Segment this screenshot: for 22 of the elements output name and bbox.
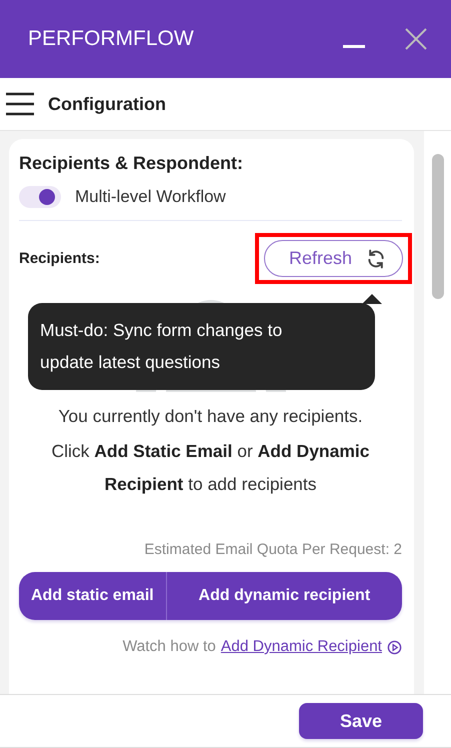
section-title: Recipients & Respondent: — [19, 153, 244, 174]
watch-text: Watch how to — [122, 638, 216, 656]
play-icon — [387, 640, 402, 654]
instruction-text: Click Add Static Email or Add Dynamic Recipient to add recipients — [50, 440, 370, 496]
recipients-label: Recipients: — [19, 250, 100, 267]
scrollbar-thumb[interactable] — [432, 154, 444, 299]
tutorial-link[interactable]: Add Dynamic Recipient — [220, 638, 382, 656]
tooltip-pointer-icon — [362, 294, 382, 304]
refresh-icon — [366, 248, 386, 268]
page-title: Configuration — [48, 94, 166, 114]
add-recipient-button[interactable]: Add static email — [19, 572, 166, 620]
workflow-toggle[interactable] — [19, 186, 61, 208]
refresh-button[interactable]: Refresh — [264, 240, 403, 277]
menu-icon[interactable] — [6, 92, 34, 116]
empty-message: You currently don't have any recipients. — [57, 406, 364, 427]
tooltip: Must-do: Sync form changes to update latest questions — [28, 303, 375, 390]
save-button[interactable]: Save — [299, 703, 423, 739]
toggle-label: Multi-level Workflow — [75, 187, 226, 207]
quota-text: Estimated Email Quota Per Request: 2 — [143, 541, 402, 558]
close-icon[interactable] — [405, 28, 427, 50]
app-title: PERFORMFLOW — [28, 27, 195, 51]
add-recipient-button[interactable]: Add dynamic recipient — [166, 572, 402, 620]
